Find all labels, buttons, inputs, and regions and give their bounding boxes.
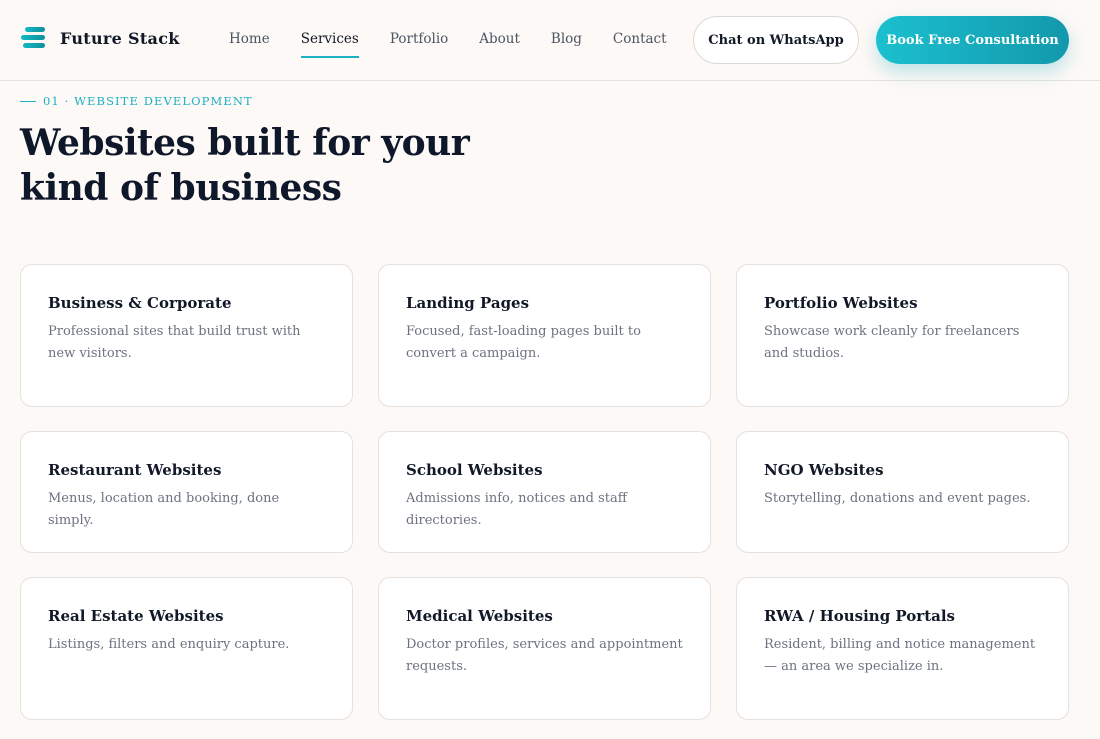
brand-logo[interactable]: Future Stack [21, 26, 180, 50]
service-card[interactable]: NGO Websites Storytelling, donations and… [736, 431, 1069, 553]
service-card[interactable]: Real Estate Websites Listings, filters a… [20, 577, 353, 720]
brand-name: Future Stack [60, 28, 180, 48]
section-eyebrow: 01 · WEBSITE DEVELOPMENT [20, 94, 253, 108]
nav-contact[interactable]: Contact [613, 31, 667, 58]
card-description: Showcase work cleanly for freelancers an… [764, 324, 1020, 361]
card-description: Menus, location and booking, done simply… [48, 491, 280, 528]
card-description: Admissions info, notices and staff direc… [406, 491, 627, 528]
service-card[interactable]: Medical Websites Doctor profiles, servic… [378, 577, 711, 720]
card-description: Listings, filters and enquiry capture. [48, 637, 290, 652]
service-card[interactable]: School Websites Admissions info, notices… [378, 431, 711, 553]
stack-logo-icon [21, 26, 47, 50]
card-description: Professional sites that build trust with… [48, 324, 301, 361]
card-description: Storytelling, donations and event pages. [764, 491, 1031, 506]
service-card[interactable]: Landing Pages Focused, fast-loading page… [378, 264, 711, 407]
main-nav: Home Services Portfolio About Blog Conta… [229, 31, 698, 58]
card-description: Doctor profiles, services and appointmen… [406, 637, 683, 674]
service-card[interactable]: RWA / Housing Portals Resident, billing … [736, 577, 1069, 720]
card-title: Real Estate Websites [48, 607, 224, 625]
card-title: School Websites [406, 461, 543, 479]
card-description: Resident, billing and notice management … [764, 637, 1036, 674]
card-title: Landing Pages [406, 294, 530, 312]
book-consultation-button[interactable]: Book Free Consultation [876, 16, 1069, 64]
service-card[interactable]: Restaurant Websites Menus, location and … [20, 431, 353, 553]
eyebrow-text: 01 · WEBSITE DEVELOPMENT [43, 94, 253, 108]
eyebrow-line [20, 100, 36, 102]
nav-about[interactable]: About [479, 31, 520, 58]
card-title: NGO Websites [764, 461, 884, 479]
card-title: Restaurant Websites [48, 461, 222, 479]
nav-services[interactable]: Services [300, 31, 359, 58]
card-title: Portfolio Websites [764, 294, 918, 312]
service-card[interactable]: Portfolio Websites Showcase work cleanly… [736, 264, 1069, 407]
page-title: Websites built for your kind of business [20, 122, 470, 209]
card-title: Medical Websites [406, 607, 553, 625]
site-header: Future Stack Home Services Portfolio Abo… [0, 0, 1100, 81]
card-description: Focused, fast-loading pages built to con… [406, 324, 641, 361]
card-title: RWA / Housing Portals [764, 607, 956, 625]
nav-blog[interactable]: Blog [551, 31, 582, 58]
chat-whatsapp-button[interactable]: Chat on WhatsApp [693, 16, 859, 64]
nav-home[interactable]: Home [229, 31, 270, 58]
service-card[interactable]: Business & Corporate Professional sites … [20, 264, 353, 407]
card-title: Business & Corporate [48, 294, 232, 312]
nav-portfolio[interactable]: Portfolio [390, 31, 448, 58]
